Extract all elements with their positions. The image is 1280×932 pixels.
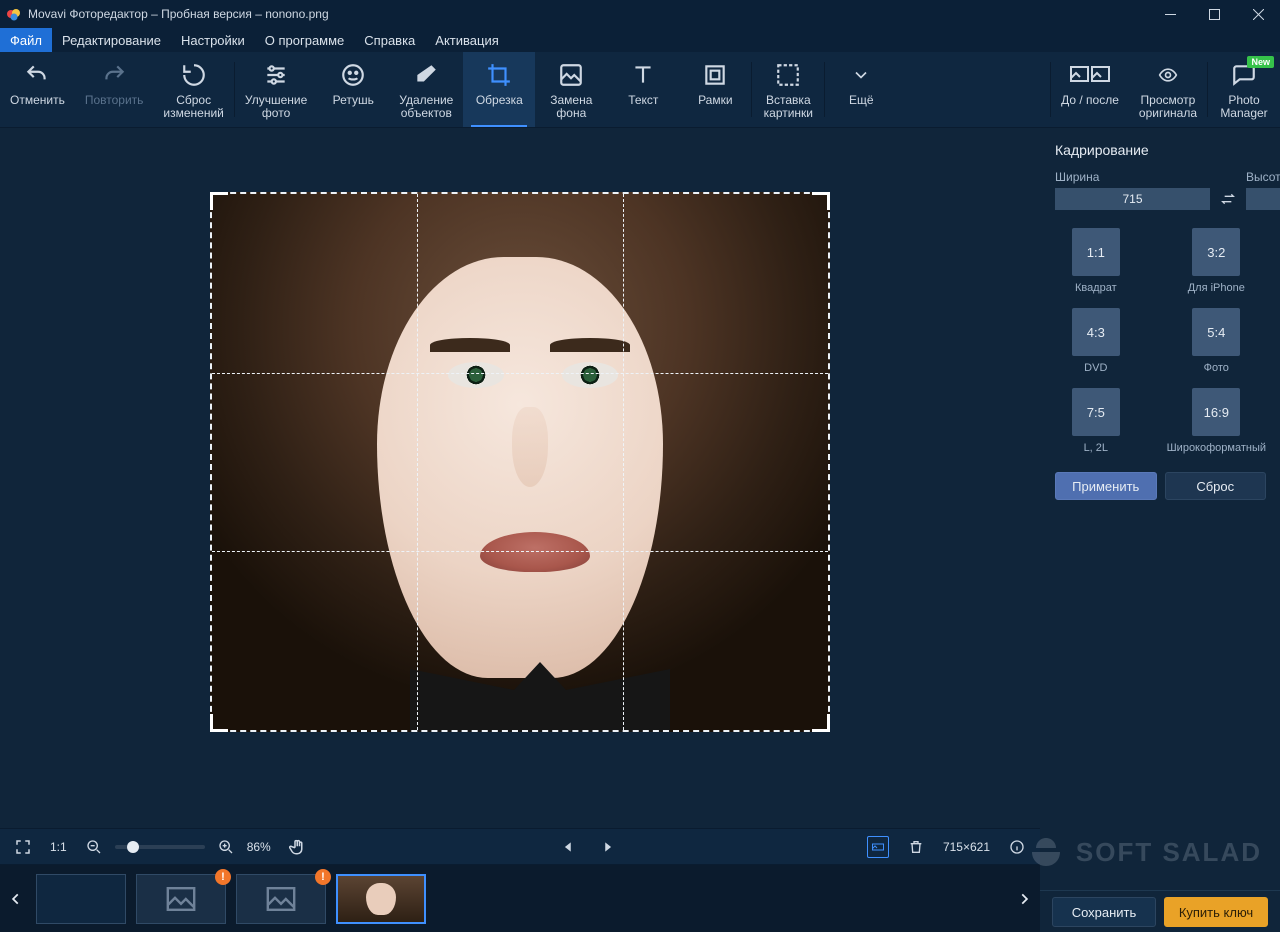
filmstrip: ! !	[0, 864, 1040, 932]
text-icon	[630, 60, 656, 90]
menu-settings[interactable]: Настройки	[171, 28, 255, 52]
zoom-slider[interactable]	[115, 845, 205, 849]
menu-activation[interactable]: Активация	[425, 28, 508, 52]
zoom-out-button[interactable]	[83, 836, 105, 858]
face-icon	[340, 60, 366, 90]
sliders-icon	[263, 60, 289, 90]
thumbnail-2[interactable]: !	[136, 874, 226, 924]
zoom-slider-handle[interactable]	[127, 841, 139, 853]
save-button[interactable]: Сохранить	[1052, 897, 1156, 927]
menu-edit[interactable]: Редактирование	[52, 28, 171, 52]
redo-icon	[101, 60, 127, 90]
error-badge-icon: !	[215, 869, 231, 885]
photo-manager-button[interactable]: NewPhoto Manager	[1208, 52, 1280, 127]
thumbnail-3[interactable]: !	[236, 874, 326, 924]
eye-icon	[1154, 60, 1182, 90]
frames-icon	[702, 60, 728, 90]
width-label: Ширина	[1055, 170, 1210, 184]
titlebar: Movavi Фоторедактор – Пробная версия – n…	[0, 0, 1280, 28]
app-logo-icon	[6, 6, 22, 22]
background-swap-button[interactable]: Замена фона	[535, 52, 607, 127]
width-input[interactable]	[1055, 188, 1210, 210]
minimize-button[interactable]	[1148, 0, 1192, 28]
crop-icon	[486, 60, 512, 90]
crop-handle-br[interactable]	[812, 714, 830, 732]
ratio-4-3[interactable]: 4:3DVD	[1055, 308, 1137, 374]
compare-toggle[interactable]	[867, 836, 889, 858]
window-title: Movavi Фоторедактор – Пробная версия – n…	[28, 7, 329, 21]
toolbar: Отменить Повторить Сброс изменений Улучш…	[0, 52, 1280, 128]
view-original-button[interactable]: Просмотр оригинала	[1129, 52, 1207, 127]
crop-panel: Кадрирование Ширина Высота 1:1Квадрат 3:…	[1040, 128, 1280, 932]
height-input[interactable]	[1246, 188, 1280, 210]
reset-icon	[181, 60, 207, 90]
close-button[interactable]	[1236, 0, 1280, 28]
insert-image-button[interactable]: Вставка картинки	[752, 52, 824, 127]
reset-changes-button[interactable]: Сброс изменений	[153, 52, 233, 127]
prev-image-button[interactable]	[558, 836, 580, 858]
eraser-icon	[413, 60, 439, 90]
menubar: Файл Редактирование Настройки О программ…	[0, 28, 1280, 52]
ratio-grid: 1:1Квадрат 3:2Для iPhone 4:3DVD 5:4Фото …	[1055, 228, 1266, 454]
chevron-down-icon	[851, 60, 871, 90]
undo-icon	[24, 60, 50, 90]
ratio-5-4[interactable]: 5:4Фото	[1167, 308, 1266, 374]
menu-about[interactable]: О программе	[255, 28, 355, 52]
filmstrip-prev[interactable]	[6, 879, 26, 919]
footer-actions: Сохранить Купить ключ	[1040, 890, 1280, 932]
swap-dims-button[interactable]	[1220, 188, 1236, 210]
thumbnail-4[interactable]	[336, 874, 426, 924]
crop-overlay[interactable]	[210, 192, 830, 732]
viewport[interactable]	[0, 128, 1040, 828]
insert-image-icon	[775, 60, 801, 90]
crop-handle-tr[interactable]	[812, 192, 830, 210]
photo-crop-area[interactable]	[210, 192, 830, 732]
ratio-7-5[interactable]: 7:5L, 2L	[1055, 388, 1137, 454]
delete-button[interactable]	[905, 836, 927, 858]
frames-button[interactable]: Рамки	[679, 52, 751, 127]
bgswap-icon	[558, 60, 584, 90]
before-after-button[interactable]: До / после	[1051, 52, 1129, 127]
watermark: SOFT SALAD	[1026, 832, 1262, 872]
menu-file[interactable]: Файл	[0, 28, 52, 52]
fit-label[interactable]: 1:1	[50, 840, 67, 854]
ratio-1-1[interactable]: 1:1Квадрат	[1055, 228, 1137, 294]
thumbnail-1[interactable]	[36, 874, 126, 924]
zoom-in-button[interactable]	[215, 836, 237, 858]
info-button[interactable]	[1006, 836, 1028, 858]
before-after-icon	[1070, 60, 1110, 90]
text-button[interactable]: Текст	[607, 52, 679, 127]
menu-help[interactable]: Справка	[354, 28, 425, 52]
new-badge: New	[1247, 56, 1274, 68]
more-button[interactable]: Ещё	[825, 52, 897, 127]
next-image-button[interactable]	[596, 836, 618, 858]
apply-crop-button[interactable]: Применить	[1055, 472, 1157, 500]
undo-button[interactable]: Отменить	[0, 52, 75, 127]
height-label: Высота	[1246, 170, 1280, 184]
pan-tool-button[interactable]	[287, 836, 309, 858]
buy-key-button[interactable]: Купить ключ	[1164, 897, 1268, 927]
ratio-3-2[interactable]: 3:2Для iPhone	[1167, 228, 1266, 294]
redo-button[interactable]: Повторить	[75, 52, 154, 127]
filmstrip-next[interactable]	[1014, 879, 1034, 919]
statusbar: 1:1 86% 715×621	[0, 828, 1040, 864]
maximize-button[interactable]	[1192, 0, 1236, 28]
panel-title: Кадрирование	[1055, 142, 1266, 158]
ratio-16-9[interactable]: 16:9Широкоформатный	[1167, 388, 1266, 454]
retouch-button[interactable]: Ретушь	[317, 52, 389, 127]
fullscreen-button[interactable]	[12, 836, 34, 858]
zoom-value: 86%	[247, 840, 271, 854]
image-dimensions: 715×621	[943, 840, 990, 854]
error-badge-icon: !	[315, 869, 331, 885]
crop-handle-tl[interactable]	[210, 192, 228, 210]
object-removal-button[interactable]: Удаление объектов	[389, 52, 463, 127]
crop-handle-bl[interactable]	[210, 714, 228, 732]
reset-crop-button[interactable]: Сброс	[1165, 472, 1267, 500]
enhance-button[interactable]: Улучшение фото	[235, 52, 317, 127]
crop-button[interactable]: Обрезка	[463, 52, 535, 127]
